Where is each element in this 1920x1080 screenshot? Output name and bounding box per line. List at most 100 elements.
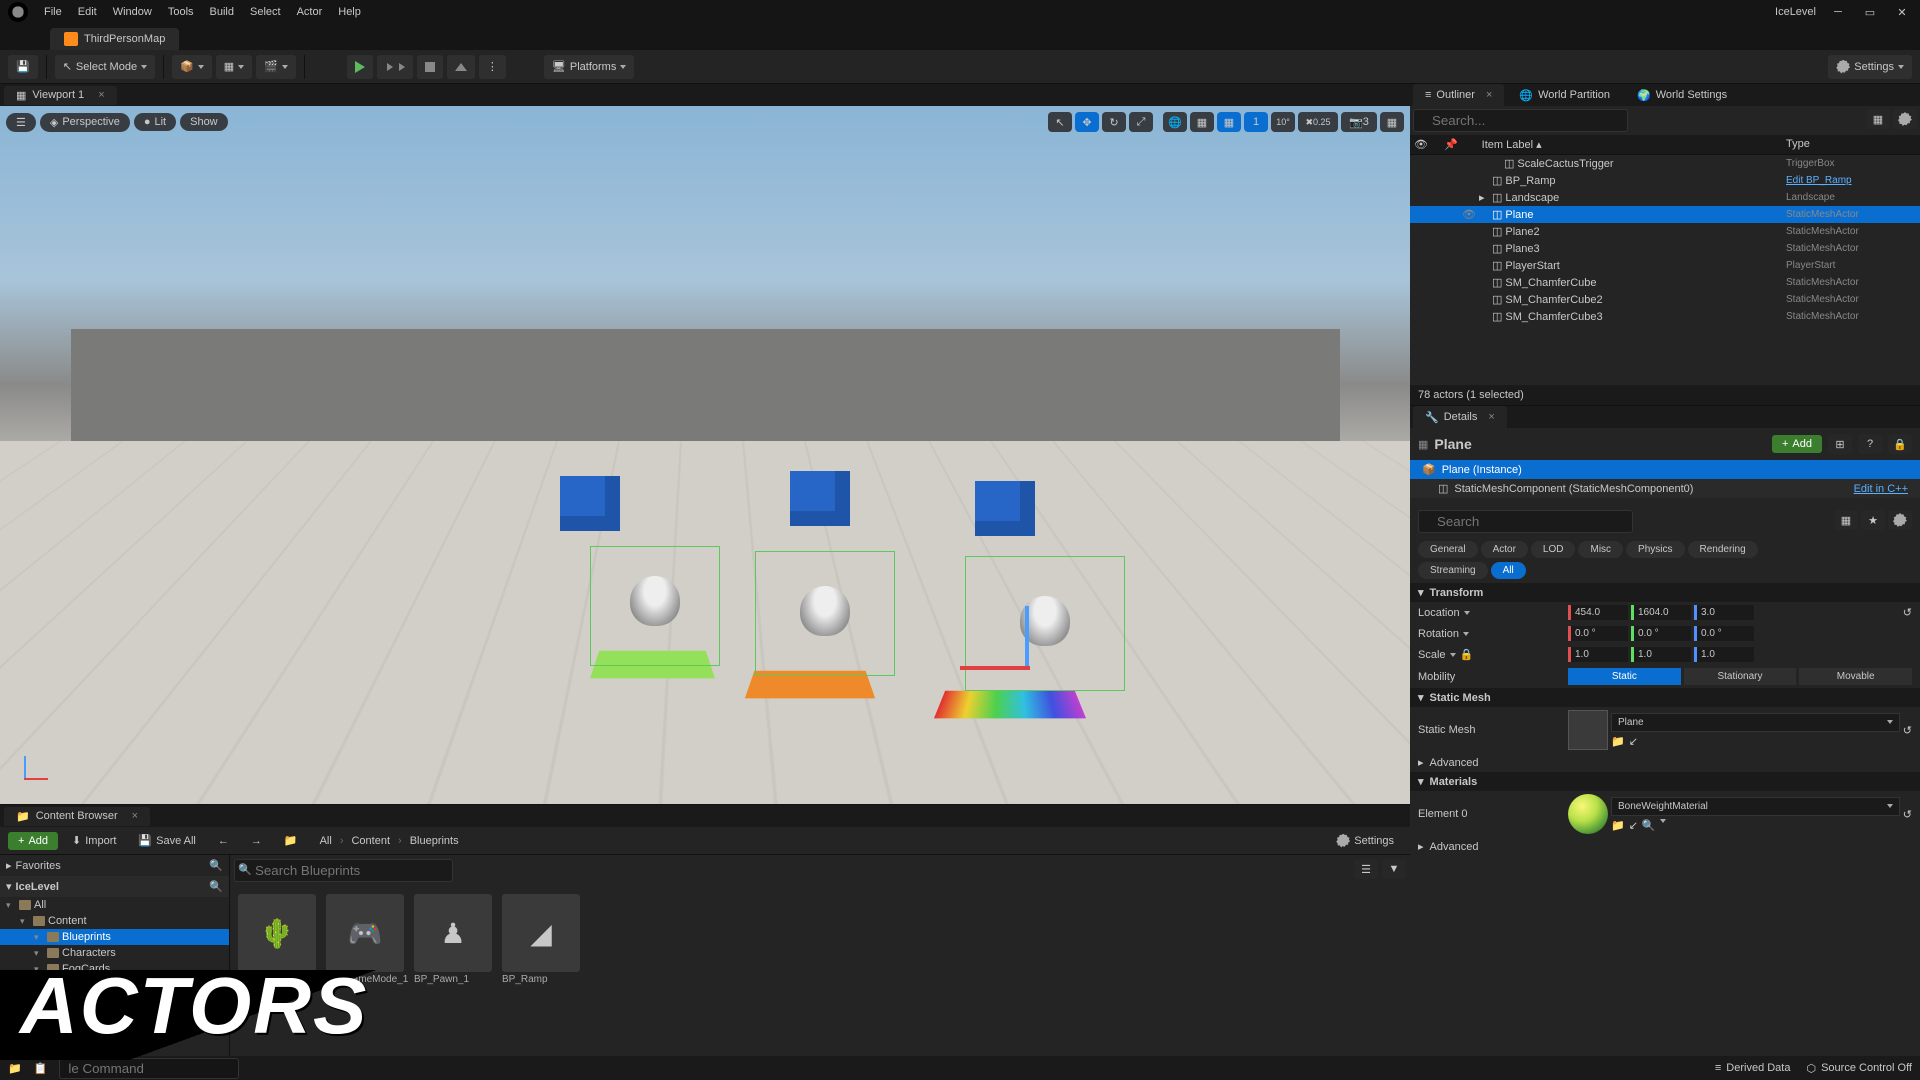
use-selected-icon[interactable]: ↙ — [1629, 735, 1638, 748]
expand-icon[interactable]: ▾ — [34, 948, 44, 959]
viewport-menu-button[interactable]: ☰ — [6, 113, 36, 132]
scene-plane-selected[interactable] — [934, 691, 1086, 719]
history-forward-button[interactable]: → — [243, 832, 270, 850]
cb-settings-button[interactable]: Settings — [1328, 831, 1402, 851]
perspective-dropdown[interactable]: ◈ Perspective — [40, 113, 130, 132]
mobility-static-button[interactable]: Static — [1568, 668, 1681, 685]
filter-button[interactable]: ☰ — [1354, 859, 1378, 879]
add-component-button[interactable]: + Add — [1772, 435, 1822, 453]
world-local-toggle[interactable]: 🌐 — [1163, 112, 1187, 132]
type-column[interactable]: Type — [1786, 138, 1916, 151]
filter-misc[interactable]: Misc — [1578, 541, 1623, 558]
translate-tool-button[interactable]: ✥ — [1075, 112, 1099, 132]
grid-snap-button[interactable]: ▦ — [1217, 112, 1241, 132]
outliner-row[interactable]: ◫SM_ChamferCube3StaticMeshActor — [1410, 308, 1920, 325]
crumb-content[interactable]: Content — [351, 835, 390, 847]
menu-select[interactable]: Select — [250, 6, 281, 18]
step-button[interactable] — [377, 55, 413, 79]
details-grid-button[interactable]: ▦ — [1834, 510, 1858, 530]
platforms-dropdown[interactable]: 🖥 Platforms — [544, 55, 634, 79]
scene-actor[interactable] — [800, 586, 850, 636]
pin-column-icon[interactable]: 📌 — [1444, 138, 1458, 151]
filter-general[interactable]: General — [1418, 541, 1478, 558]
use-selected-icon[interactable]: ↙ — [1629, 819, 1638, 832]
filter-physics[interactable]: Physics — [1626, 541, 1684, 558]
cinematics-dropdown[interactable]: 🎬 — [256, 55, 296, 79]
reset-icon[interactable]: ↺ — [1903, 808, 1912, 821]
rotation-y-input[interactable] — [1631, 626, 1691, 641]
item-label-column[interactable]: Item Label ▴ — [1482, 138, 1542, 151]
materials-advanced[interactable]: ▸ Advanced — [1410, 837, 1920, 856]
search-icon[interactable]: 🔍 — [209, 880, 223, 893]
outliner-view-button[interactable]: ▦ — [1866, 109, 1890, 129]
details-search-input[interactable] — [1418, 510, 1633, 533]
grid-snap-value[interactable]: 1 — [1244, 112, 1268, 132]
crumb-blueprints[interactable]: Blueprints — [410, 835, 459, 847]
menu-file[interactable]: File — [44, 6, 62, 18]
stop-button[interactable] — [417, 55, 443, 79]
derived-data-button[interactable]: ≡ Derived Data — [1715, 1062, 1791, 1075]
content-browser-tab[interactable]: 📁 Content Browser × — [4, 807, 150, 826]
location-x-input[interactable] — [1568, 605, 1628, 620]
details-tab[interactable]: 🔧 Details× — [1413, 406, 1507, 428]
asset-search-input[interactable] — [234, 859, 453, 882]
material-thumbnail[interactable] — [1568, 794, 1608, 834]
scene-cube[interactable] — [975, 481, 1035, 536]
close-icon[interactable]: × — [98, 89, 104, 101]
filter-dropdown[interactable]: ▼ — [1382, 859, 1406, 879]
expand-icon[interactable]: ▾ — [6, 900, 16, 911]
edit-bp-link[interactable]: Edit BP_Ramp — [1786, 175, 1852, 186]
folder-row[interactable]: ▾Content — [0, 913, 229, 929]
browse-asset-icon[interactable]: 📁 — [1611, 819, 1625, 832]
outliner-row[interactable]: ◫SM_ChamferCubeStaticMeshActor — [1410, 274, 1920, 291]
select-tool-button[interactable]: ↖ — [1048, 112, 1072, 132]
visibility-column-icon[interactable]: 👁 — [1414, 138, 1428, 151]
world-partition-tab[interactable]: 🌐 World Partition — [1507, 84, 1622, 106]
blueprints-dropdown[interactable]: ▦ — [216, 55, 252, 79]
lit-dropdown[interactable]: ● Lit — [134, 113, 176, 131]
eject-button[interactable] — [447, 55, 475, 79]
chevron-down-icon[interactable] — [1660, 819, 1666, 823]
category-static-mesh[interactable]: ▾ Static Mesh — [1410, 688, 1920, 707]
outliner-row[interactable]: ◫SM_ChamferCube2StaticMeshActor — [1410, 291, 1920, 308]
scene-actor[interactable] — [630, 576, 680, 626]
outliner-row[interactable]: 👁◫PlaneStaticMeshActor — [1410, 206, 1920, 223]
details-lock-button[interactable]: 🔒 — [1888, 434, 1912, 454]
play-button[interactable] — [347, 55, 373, 79]
close-icon[interactable]: × — [1486, 89, 1492, 101]
category-transform[interactable]: ▾ Transform — [1410, 583, 1920, 602]
outliner-tab[interactable]: ≡ Outliner× — [1413, 84, 1504, 106]
outliner-search-input[interactable] — [1413, 109, 1628, 132]
menu-build[interactable]: Build — [210, 6, 234, 18]
static-mesh-dropdown[interactable]: Plane — [1611, 713, 1900, 732]
mobility-stationary-button[interactable]: Stationary — [1684, 668, 1797, 685]
outliner-row[interactable]: ▸◫LandscapeLandscape — [1410, 189, 1920, 206]
favorites-section[interactable]: ▸ Favorites🔍 — [0, 855, 229, 876]
content-drawer-button[interactable]: 📁 — [8, 1062, 22, 1075]
menu-actor[interactable]: Actor — [297, 6, 323, 18]
scale-tool-button[interactable]: ⤢ — [1129, 112, 1153, 132]
rotation-x-input[interactable] — [1568, 626, 1628, 641]
select-mode-dropdown[interactable]: ↖ Select Mode — [55, 55, 155, 79]
rotation-z-input[interactable] — [1694, 626, 1754, 641]
scale-y-input[interactable] — [1631, 647, 1691, 662]
rotate-tool-button[interactable]: ↻ — [1102, 112, 1126, 132]
outliner-row[interactable]: ◫Plane3StaticMeshActor — [1410, 240, 1920, 257]
import-button[interactable]: ⬇ Import — [64, 831, 124, 850]
angle-snap-button[interactable]: 10° — [1271, 112, 1295, 132]
browse-asset-icon[interactable]: 📁 — [1611, 735, 1625, 748]
scene-cube[interactable] — [560, 476, 620, 531]
outliner-row[interactable]: ◫BP_RampEdit BP_Ramp — [1410, 172, 1920, 189]
close-button[interactable]: ✕ — [1892, 2, 1912, 22]
folder-row[interactable]: ▾Blueprints — [0, 929, 229, 945]
outliner-row[interactable]: ◫ScaleCactusTriggerTriggerBox — [1410, 155, 1920, 172]
output-log-button[interactable]: 📋 — [34, 1062, 48, 1075]
menu-tools[interactable]: Tools — [168, 6, 194, 18]
details-help-button[interactable]: ? — [1858, 434, 1882, 454]
asset-card[interactable]: ♟BP_Pawn_1 — [414, 894, 492, 1048]
surface-snap-button[interactable]: ▦ — [1190, 112, 1214, 132]
map-tab[interactable]: ThirdPersonMap — [50, 28, 179, 50]
details-fav-button[interactable]: ★ — [1861, 510, 1885, 530]
lock-scale-icon[interactable]: 🔒 — [1460, 648, 1474, 661]
category-materials[interactable]: ▾ Materials — [1410, 772, 1920, 791]
